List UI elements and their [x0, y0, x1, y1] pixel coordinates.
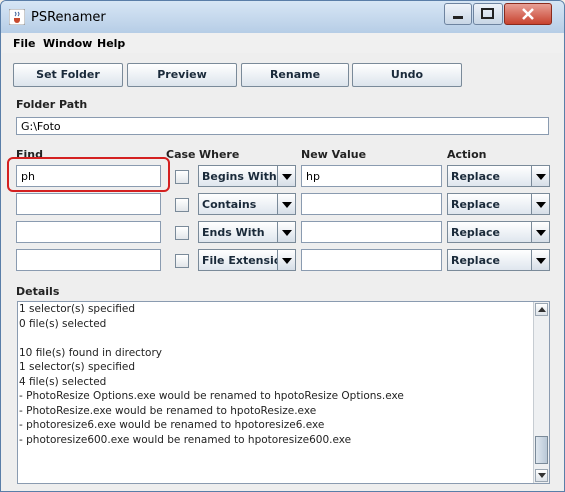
minimize-icon	[453, 16, 463, 19]
find-input-2[interactable]	[16, 193, 161, 215]
preview-button[interactable]: Preview	[127, 63, 237, 87]
where-select-1[interactable]: Begins With	[198, 165, 296, 187]
find-input-3[interactable]	[16, 221, 161, 243]
where-select-value: Ends With	[202, 226, 265, 239]
details-label: Details	[16, 285, 60, 298]
where-select-2[interactable]: Contains	[198, 193, 296, 215]
chevron-down-icon[interactable]	[277, 166, 295, 186]
action-select-1[interactable]: Replace	[447, 165, 550, 187]
close-button[interactable]	[504, 3, 552, 25]
chevron-down-icon[interactable]	[277, 194, 295, 214]
new-value-input-1[interactable]: hp	[301, 165, 442, 187]
undo-button[interactable]: Undo	[352, 63, 462, 87]
main-panel: Set Folder Preview Rename Undo Folder Pa…	[2, 53, 563, 490]
maximize-icon	[481, 8, 494, 19]
where-select-value: Begins With	[202, 170, 277, 183]
new-value-input-4[interactable]	[301, 249, 442, 271]
maximize-button[interactable]	[473, 3, 503, 25]
action-select-3[interactable]: Replace	[447, 221, 550, 243]
scroll-down-icon[interactable]	[535, 469, 548, 482]
action-select-value: Replace	[451, 198, 500, 211]
menu-bar: File Window Help	[2, 33, 563, 53]
folder-path-label: Folder Path	[16, 98, 88, 111]
window-title: PSRenamer	[31, 10, 106, 25]
menu-help[interactable]: Help	[97, 37, 125, 50]
set-folder-button[interactable]: Set Folder	[13, 63, 123, 87]
find-input-4[interactable]	[16, 249, 161, 271]
action-select-2[interactable]: Replace	[447, 193, 550, 215]
menu-file[interactable]: File	[13, 37, 36, 50]
action-select-value: Replace	[451, 170, 500, 183]
scroll-up-icon[interactable]	[535, 303, 548, 316]
title-bar[interactable]: PSRenamer	[1, 1, 564, 33]
details-log[interactable]: 1 selector(s) specified 0 file(s) select…	[17, 301, 550, 484]
java-cup-icon	[9, 9, 25, 25]
scroll-thumb[interactable]	[535, 436, 548, 464]
where-select-value: Contains	[202, 198, 257, 211]
where-select-3[interactable]: Ends With	[198, 221, 296, 243]
where-header: Where	[199, 148, 240, 161]
case-checkbox-4[interactable]	[175, 254, 189, 268]
new-value-input-3[interactable]	[301, 221, 442, 243]
details-scrollbar[interactable]	[533, 302, 549, 483]
action-select-value: Replace	[451, 254, 500, 267]
case-checkbox-2[interactable]	[175, 198, 189, 212]
chevron-down-icon[interactable]	[277, 250, 295, 270]
action-header: Action	[447, 148, 487, 161]
new-value-header: New Value	[301, 148, 367, 161]
chevron-down-icon[interactable]	[531, 222, 549, 242]
minimize-button[interactable]	[444, 3, 472, 25]
close-icon	[522, 8, 534, 20]
action-select-4[interactable]: Replace	[447, 249, 550, 271]
chevron-down-icon[interactable]	[531, 166, 549, 186]
folder-path-input[interactable]: G:\Foto	[16, 117, 549, 135]
where-select-4[interactable]: File Extension	[198, 249, 296, 271]
find-field-highlight	[7, 157, 170, 192]
chevron-down-icon[interactable]	[531, 194, 549, 214]
case-checkbox-1[interactable]	[175, 170, 189, 184]
new-value-input-2[interactable]	[301, 193, 442, 215]
menu-window[interactable]: Window	[43, 37, 92, 50]
action-select-value: Replace	[451, 226, 500, 239]
case-header: Case	[166, 148, 196, 161]
case-checkbox-3[interactable]	[175, 226, 189, 240]
app-window: PSRenamer File Window Help Set Folder Pr…	[0, 0, 565, 492]
chevron-down-icon[interactable]	[531, 250, 549, 270]
rename-button[interactable]: Rename	[241, 63, 349, 87]
chevron-down-icon[interactable]	[277, 222, 295, 242]
details-text: 1 selector(s) specified 0 file(s) select…	[19, 303, 404, 446]
